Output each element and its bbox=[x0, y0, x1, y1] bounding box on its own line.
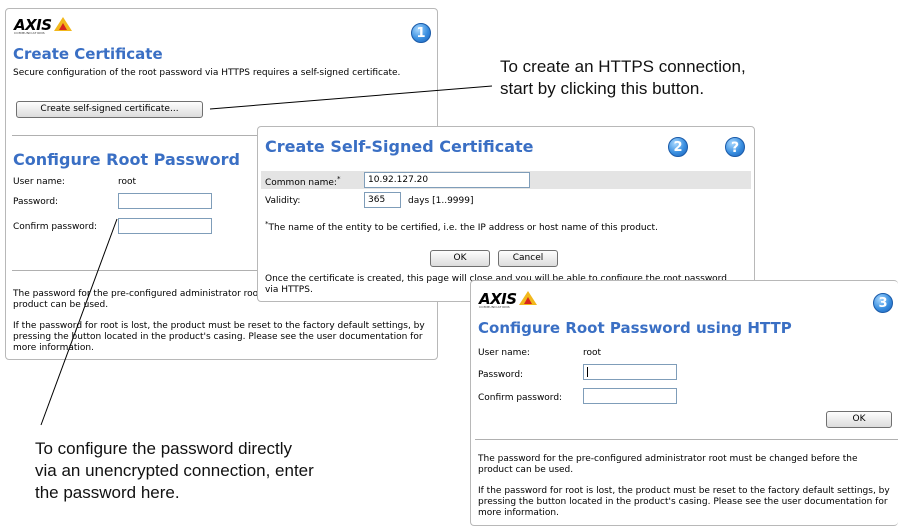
https-callout: To create an HTTPS connection, start by … bbox=[500, 57, 746, 98]
https-callout-line bbox=[209, 85, 493, 110]
direct-callout: To configure the password directly via a… bbox=[35, 439, 314, 502]
direct-callout-line bbox=[40, 218, 118, 426]
